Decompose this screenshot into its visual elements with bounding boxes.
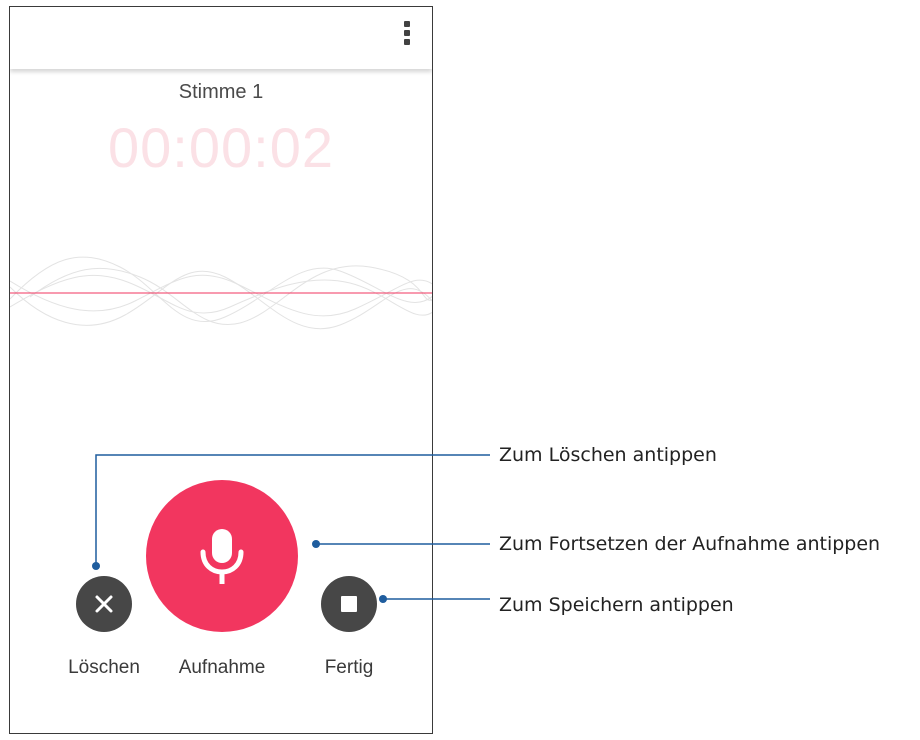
recording-name: Stimme 1 [178,81,264,103]
delete-button[interactable] [76,576,132,632]
voice-recorder-screen: Stimme 1 00:00:02 Löschen Aufnahme Ferti… [9,6,433,734]
callout-save-text: Zum Speichern antippen [499,594,734,616]
done-button[interactable] [321,576,377,632]
elapsed-timer: 00:00:02 [108,116,334,179]
delete-label: Löschen [68,657,140,678]
done-label: Fertig [324,657,374,678]
app-bar [10,7,432,69]
record-label: Aufnahme [178,657,266,678]
callout-resume-text: Zum Fortsetzen der Aufnahme antippen [499,533,881,555]
waveform-visualization [10,256,432,330]
callout-delete-text: Zum Löschen antippen [499,444,717,466]
record-button[interactable] [146,480,298,632]
stop-icon [341,596,357,612]
overflow-menu-icon[interactable] [400,21,414,51]
annotated-screenshot: Stimme 1 00:00:02 Löschen Aufnahme Ferti… [0,0,920,740]
microphone-icon [200,529,244,584]
close-icon [95,595,113,613]
